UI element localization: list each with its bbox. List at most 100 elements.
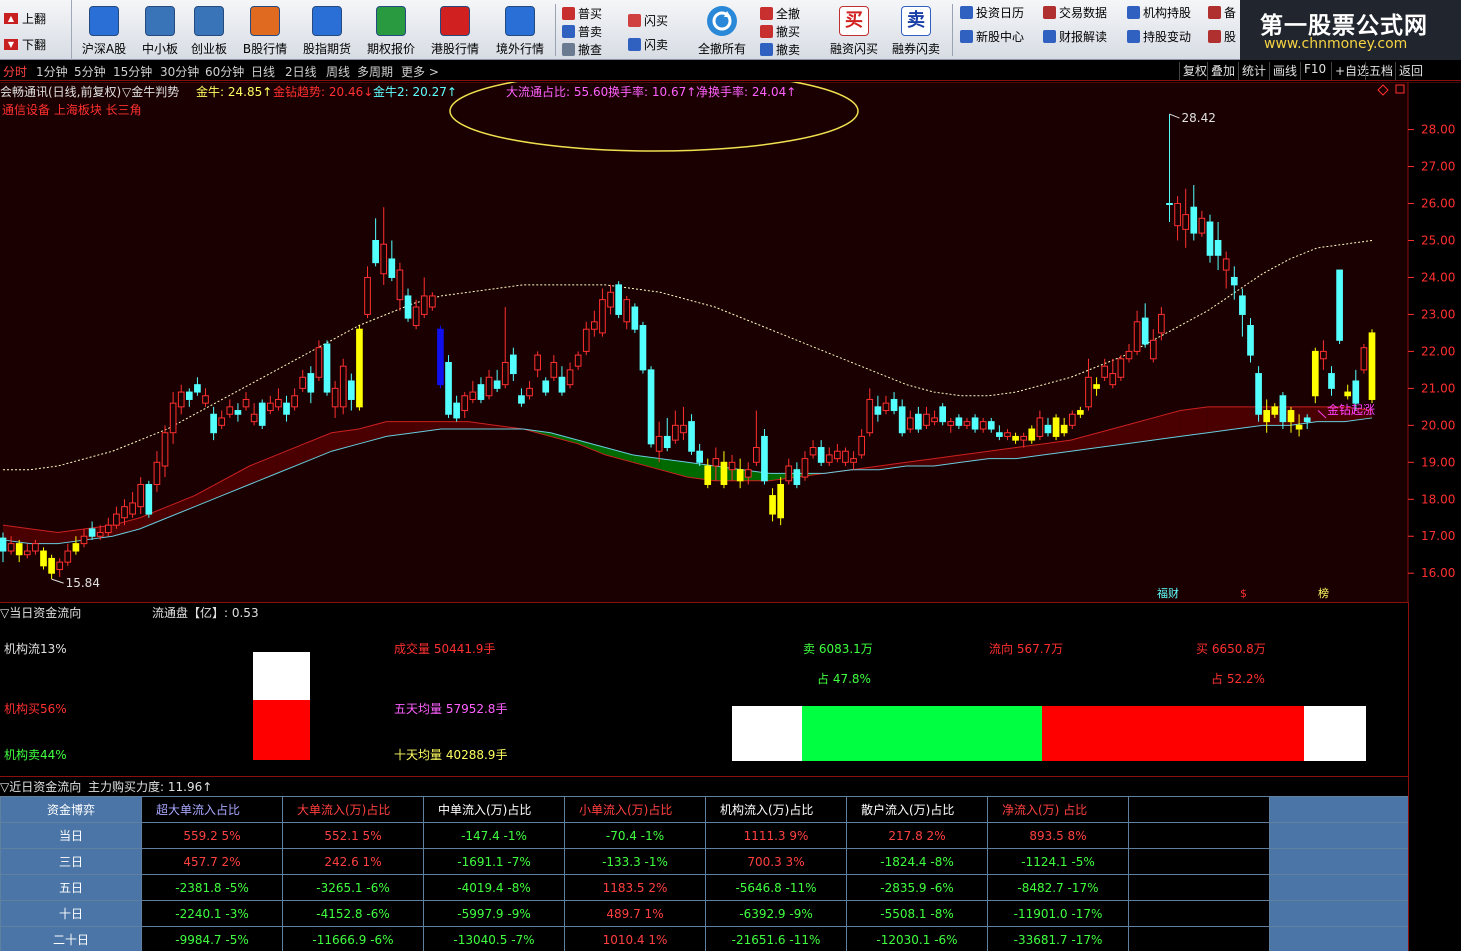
candle-body <box>226 406 234 415</box>
info-link-2[interactable]: 机构持股 <box>1127 4 1191 20</box>
normal-buy-button[interactable]: 普买 <box>562 5 602 21</box>
market-button-2[interactable]: 创业板 <box>186 0 232 60</box>
candle-body <box>1068 413 1076 426</box>
info-link-4[interactable]: 新股中心 <box>960 28 1024 44</box>
period-tab-0[interactable]: 分时 <box>3 63 27 80</box>
float-cap: 流通盘【亿】: 0.53 <box>152 606 259 620</box>
margin-sell-label: 融券闪卖 <box>891 42 940 56</box>
buy-share-fill <box>1041 706 1304 761</box>
chart-tool-button-1[interactable]: 叠加 <box>1207 62 1238 80</box>
chart-tool-button-6[interactable]: 五档 <box>1365 62 1396 80</box>
chart-tool-button-0[interactable]: 复权 <box>1179 62 1210 80</box>
candle-body <box>1214 239 1222 256</box>
info-link-0[interactable]: 投资日历 <box>960 4 1024 20</box>
candle-body <box>1368 332 1376 400</box>
info-link-5[interactable]: 财报解读 <box>1043 28 1107 44</box>
chart-tool-button-2[interactable]: 统计 <box>1238 62 1269 80</box>
candle-body <box>923 413 930 426</box>
period-tab-4[interactable]: 30分钟 <box>160 63 199 80</box>
period-tab-5[interactable]: 60分钟 <box>205 63 244 80</box>
recent-panel-title[interactable]: ▽近日资金流向 <box>0 778 81 795</box>
chart-tool-button-4[interactable]: F10 <box>1300 62 1329 80</box>
table-cell: -2835.9 -6% <box>846 874 988 901</box>
flash-sell-button[interactable]: 闪卖 <box>628 36 668 52</box>
table-header-cell[interactable]: 中单流入(万)占比 <box>423 796 565 823</box>
table-header-cell[interactable] <box>1128 796 1270 823</box>
turnover-value: 换手率: 10.67↑ <box>608 85 697 99</box>
candle-body <box>453 402 460 419</box>
candle-body <box>113 513 120 526</box>
flash-buy-button[interactable]: 闪买 <box>628 12 668 28</box>
table-row[interactable]: 二十日 -9984.7 -5% -11666.9 -6% -13040.5 -7% 10… <box>0 926 1409 951</box>
toolbar-divider-2 <box>952 4 953 56</box>
info-link-6[interactable]: 持股变动 <box>1127 28 1191 44</box>
candlestick-chart[interactable]: 16.00 17.00 18.00 19.00 20.00 21.00 22.00 23.00… <box>0 82 1461 602</box>
page-down-button[interactable]: ▼ 下翻 <box>4 32 46 56</box>
market-button-1[interactable]: 中小板 <box>136 0 184 60</box>
normal-sell-button[interactable]: 普卖 <box>562 23 602 39</box>
fund-panel-title[interactable]: ▽当日资金流向 <box>0 604 81 621</box>
period-tab-3[interactable]: 15分钟 <box>113 63 152 80</box>
candle-body <box>1028 428 1036 441</box>
table-header-cell[interactable]: 净流入(万) 占比 <box>987 796 1129 823</box>
table-header-cell[interactable]: 资金博弈 <box>0 796 142 823</box>
trading-app: ▲ 上翻 ▼ 下翻 沪深A股 中小板 创业板 B股行情 股指期货 期权报价 港股行情 境外行情 普… <box>0 0 1461 951</box>
market-button-7[interactable]: 境外行情 <box>490 0 550 60</box>
table-cell: 457.7 2% <box>141 848 283 875</box>
candle-body <box>939 406 947 423</box>
table-row[interactable]: 十日 -2240.1 -3% -4152.8 -6% -5997.9 -9% 489.7… <box>0 900 1409 927</box>
period-tab-8[interactable]: 周线 <box>326 63 350 80</box>
period-tab-2[interactable]: 5分钟 <box>74 63 106 80</box>
candle-body <box>388 258 396 278</box>
table-header-cell[interactable]: 超大单流入占比 <box>141 796 283 823</box>
doc-icon <box>1127 29 1140 43</box>
table-header-cell[interactable]: 散户流入(万)占比 <box>846 796 988 823</box>
candle-body <box>177 391 185 408</box>
chart-tool-button-3[interactable]: 画线 <box>1269 62 1300 80</box>
pager-group: ▲ 上翻 ▼ 下翻 <box>0 0 72 60</box>
avg-volume-5: 五天均量 57952.8手 <box>394 702 508 716</box>
cancel-all-button[interactable]: 全撤所有 <box>694 0 750 60</box>
signal-label: 金钻起涨 <box>1327 402 1375 417</box>
margin-flash-buy-button[interactable]: 买 融资闪买 <box>826 0 882 60</box>
indicator-name[interactable]: ▽金牛判势 <box>122 83 179 100</box>
info-link-1[interactable]: 交易数据 <box>1043 4 1107 20</box>
normal-buy-label: 普买 <box>578 6 603 21</box>
y-tick-label: 27.00 <box>1421 160 1455 174</box>
table-cell: 893.5 8% <box>987 822 1129 849</box>
market-button-4[interactable]: 股指期货 <box>296 0 358 60</box>
period-tab-10[interactable]: 更多 > <box>401 63 439 80</box>
market-button-6[interactable]: 港股行情 <box>426 0 484 60</box>
table-row[interactable]: 五日 -2381.8 -5% -3265.1 -6% -4019.4 -8% 1183.… <box>0 874 1409 901</box>
info-link-7[interactable]: 股 <box>1208 28 1236 44</box>
main-power: 主力购买力度: 11.96↑ <box>88 780 213 794</box>
chart-tool-button-7[interactable]: 返回 <box>1395 62 1426 80</box>
page-up-button[interactable]: ▲ 上翻 <box>4 6 46 30</box>
candle-body <box>307 373 315 393</box>
table-header-cell[interactable]: 小单流入(万)占比 <box>564 796 706 823</box>
period-tab-9[interactable]: 多周期 <box>357 63 393 80</box>
market-button-0[interactable]: 沪深A股 <box>78 0 130 60</box>
market-button-5[interactable]: 期权报价 <box>362 0 420 60</box>
jinzuan-value: 金钻趋势: 20.46↓ <box>273 85 374 99</box>
cancel-sell-button[interactable]: 撤卖 <box>760 41 800 57</box>
table-cell: -13040.5 -7% <box>423 926 565 951</box>
table-row[interactable]: 三日 457.7 2% 242.6 1% -1691.1 -7% -133.3 -1% 7… <box>0 848 1409 875</box>
table-row[interactable]: 当日 559.2 5% 552.1 5% -147.4 -1% -70.4 -1% 111… <box>0 822 1409 849</box>
period-tab-1[interactable]: 1分钟 <box>36 63 68 80</box>
market-button-label: 中小板 <box>141 42 178 56</box>
period-tab-7[interactable]: 2日线 <box>285 63 317 80</box>
candle-body <box>1133 321 1141 352</box>
market-button-3[interactable]: B股行情 <box>236 0 294 60</box>
candle-body <box>696 450 703 463</box>
margin-flash-sell-button[interactable]: 卖 融券闪卖 <box>888 0 944 60</box>
table-header-cell[interactable]: 机构流入(万)占比 <box>705 796 847 823</box>
cancel-query-button[interactable]: 撤查 <box>562 41 602 57</box>
candle-body <box>1198 217 1206 234</box>
info-link-3[interactable]: 备 <box>1208 4 1236 20</box>
cancel-buy-button[interactable]: 撤买 <box>760 23 800 39</box>
table-header-cell[interactable]: 大单流入(万)占比 <box>282 796 424 823</box>
cancel-all-small-button[interactable]: 全撤 <box>760 5 800 21</box>
period-tab-6[interactable]: 日线 <box>251 63 275 80</box>
candle-body <box>1174 203 1181 227</box>
